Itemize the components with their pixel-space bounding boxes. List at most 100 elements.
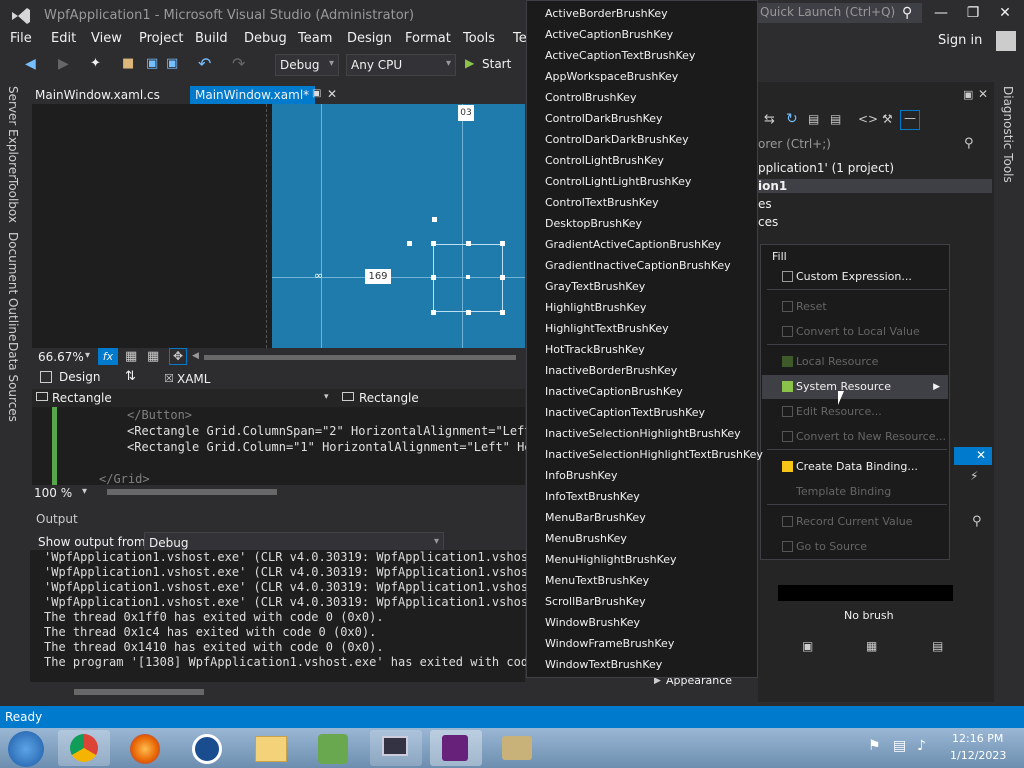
clock-date[interactable]: 1/12/2023 [950, 749, 1006, 762]
save-all-icon[interactable]: ▣ [166, 56, 178, 71]
editor-hscrollbar[interactable] [107, 489, 277, 495]
quick-launch-input[interactable]: Quick Launch (Ctrl+Q) [756, 3, 922, 23]
fx-button[interactable]: fx [98, 348, 118, 365]
flag-tray-icon[interactable]: ⚑ [868, 738, 881, 754]
visual-studio-taskbar-icon[interactable] [430, 730, 482, 766]
zoom-level-select[interactable]: 66.67% [38, 350, 84, 364]
maximize-button[interactable]: ❐ [958, 5, 988, 25]
menu-format[interactable]: Format [405, 31, 451, 46]
properties-search-icon[interactable]: ⚲ [972, 514, 982, 529]
link-icon[interactable]: ∞ [314, 269, 323, 282]
brush-key-item[interactable]: InactiveSelectionHighlightBrushKey [545, 423, 741, 444]
menu-team[interactable]: Team [298, 31, 332, 46]
left-select-chevron-icon[interactable]: ▾ [324, 392, 329, 402]
resize-handle[interactable] [500, 310, 505, 315]
design-canvas[interactable]: 03 169 ∞ [272, 104, 525, 348]
tab-xaml[interactable]: XAML [177, 372, 210, 386]
menu-edit[interactable]: Edit [51, 31, 76, 46]
tree-item[interactable]: es [758, 197, 772, 211]
designer-hscrollbar[interactable] [204, 355, 516, 360]
show-all-icon[interactable]: ▤ [830, 112, 841, 126]
back-icon[interactable]: ◀ [25, 56, 36, 72]
search-icon[interactable]: ⚲ [902, 5, 912, 21]
configuration-select[interactable]: Debug [275, 54, 339, 76]
file-explorer-icon[interactable] [255, 736, 287, 762]
search-icon[interactable]: ⚲ [964, 136, 974, 151]
rotate-handle[interactable] [432, 217, 437, 222]
resize-handle[interactable] [500, 241, 505, 246]
brush-key-item[interactable]: InactiveBorderBrushKey [545, 360, 677, 381]
clock-time[interactable]: 12:16 PM [952, 732, 1003, 745]
brush-key-item[interactable]: AppWorkspaceBrushKey [545, 66, 678, 87]
brush-key-item[interactable]: DesktopBrushKey [545, 213, 642, 234]
network-tray-icon[interactable]: ▤ [893, 738, 906, 754]
brush-key-item[interactable]: InactiveCaptionBrushKey [545, 381, 683, 402]
menu-tools[interactable]: Tools [463, 31, 495, 46]
resize-handle[interactable] [466, 241, 471, 246]
output-hscrollbar[interactable] [74, 689, 204, 695]
document-outline-tab[interactable]: Document Outline [6, 232, 20, 341]
panel-pin-icon[interactable]: ▣ [963, 88, 973, 101]
solution-item[interactable]: pplication1' (1 project) [758, 161, 894, 175]
volume-tray-icon[interactable]: ♪ [917, 738, 926, 754]
context-menu-item[interactable]: Edit Resource... [762, 400, 948, 424]
image-brush-icon[interactable]: ▦ [866, 639, 877, 653]
brush-key-item[interactable]: MenuHighlightBrushKey [545, 549, 677, 570]
brush-key-item[interactable]: InfoTextBrushKey [545, 486, 640, 507]
forward-icon[interactable]: ▶ [58, 56, 69, 72]
close-button[interactable]: ✕ [990, 5, 1020, 25]
menu-file[interactable]: File [10, 31, 32, 46]
redo-icon[interactable]: ↷ [232, 54, 245, 73]
context-menu-item[interactable]: Local Resource [762, 350, 948, 374]
brush-key-item[interactable]: ControlDarkDarkBrushKey [545, 129, 689, 150]
solution-search-input[interactable]: orer (Ctrl+;) [758, 137, 831, 151]
app-taskbar-icon[interactable] [192, 734, 222, 764]
element-select-left[interactable]: Rectangle [52, 391, 112, 405]
menu-debug[interactable]: Debug [244, 31, 287, 46]
brush-key-item[interactable]: MenuBrushKey [545, 528, 627, 549]
brush-key-item[interactable]: HotTrackBrushKey [545, 339, 645, 360]
brush-key-item[interactable]: ControlLightLightBrushKey [545, 171, 691, 192]
context-menu-item[interactable]: Go to Source [762, 535, 948, 559]
brush-key-item[interactable]: InactiveSelectionHighlightTextBrushKey [545, 444, 763, 465]
sign-in-link[interactable]: Sign in [938, 33, 982, 48]
context-menu-item[interactable]: Create Data Binding... [762, 455, 948, 479]
platform-select[interactable]: Any CPU [346, 54, 456, 76]
grid-toggle-icon[interactable]: ▦ [125, 349, 137, 364]
chrome-taskbar-icon[interactable] [58, 730, 110, 766]
resize-handle[interactable] [500, 275, 505, 280]
panel-close-icon[interactable]: ✕ [978, 87, 988, 101]
network-app-icon[interactable] [318, 734, 348, 764]
brush-key-item[interactable]: ScrollBarBrushKey [545, 591, 646, 612]
collapse-icon[interactable]: ▤ [808, 112, 819, 126]
context-menu-item[interactable]: Custom Expression... [762, 265, 948, 289]
context-menu-item[interactable]: System Resource ▶ [762, 375, 948, 399]
brush-key-item[interactable]: ActiveBorderBrushKey [545, 3, 668, 24]
brush-key-item[interactable]: GradientActiveCaptionBrushKey [545, 234, 721, 255]
resize-handle[interactable] [431, 310, 436, 315]
menu-test[interactable]: Te [513, 31, 527, 46]
zoom-dropdown-icon[interactable]: ▾ [85, 350, 90, 361]
sync-icon[interactable]: ⇆ [764, 112, 775, 127]
minimize-button[interactable]: — [926, 5, 956, 25]
brush-key-item[interactable]: WindowBrushKey [545, 612, 640, 633]
brush-key-item[interactable]: ControlLightBrushKey [545, 150, 664, 171]
color-swatch-bar[interactable] [778, 585, 953, 601]
code-view-icon[interactable]: <> [858, 112, 878, 126]
start-play-icon[interactable]: ▶ [465, 56, 474, 70]
menu-view[interactable]: View [91, 31, 122, 46]
center-point[interactable] [466, 275, 470, 279]
tools-app-icon[interactable] [502, 736, 532, 760]
start-button[interactable]: Start [482, 57, 511, 71]
context-menu-item[interactable]: Convert to Local Value [762, 320, 948, 344]
tab-design[interactable]: Design [59, 370, 100, 384]
tree-item[interactable]: ces [758, 215, 778, 229]
context-menu-item[interactable]: Template Binding [762, 480, 948, 504]
menu-project[interactable]: Project [139, 31, 183, 46]
editor-zoom-select[interactable]: 100 % [34, 486, 72, 500]
save-icon[interactable]: ▣ [146, 56, 158, 71]
server-explorer-tab[interactable]: Server Explorer [6, 86, 20, 179]
brush-key-item[interactable]: InfoBrushKey [545, 465, 618, 486]
snap-grid-icon[interactable]: ▦ [147, 349, 159, 364]
tab-close-icon[interactable]: ✕ [327, 87, 337, 101]
